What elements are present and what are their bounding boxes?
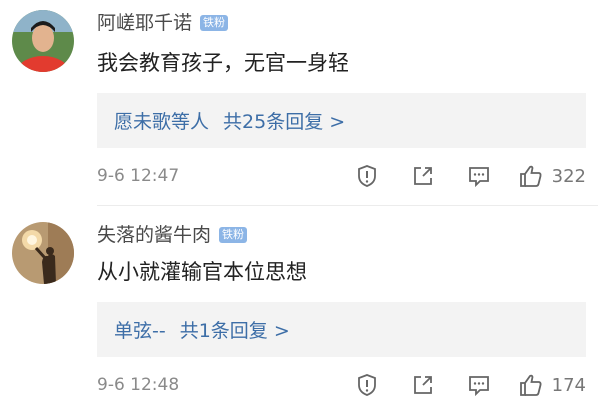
comment-icon[interactable] (464, 370, 494, 400)
timestamp: 9-6 12:48 (97, 375, 180, 395)
person-red-shirt-avatar-icon (12, 10, 74, 72)
share-icon[interactable] (408, 161, 438, 191)
avatar[interactable] (12, 10, 74, 72)
action-bar: 174 (326, 370, 586, 400)
thumbs-up-icon[interactable] (516, 370, 546, 400)
replies-who: 单弦-- (114, 320, 166, 342)
replies-link[interactable]: 愿未歌等人 共25条回复 > (97, 93, 586, 148)
fan-badge: 铁粉 (219, 227, 248, 243)
report-icon[interactable] (352, 370, 382, 400)
username-row: 阿嵯耶千诺 铁粉 (97, 10, 229, 36)
comment-text: 从小就灌输官本位思想 (97, 260, 307, 284)
username[interactable]: 阿嵯耶千诺 (97, 10, 192, 36)
like-count: 174 (551, 374, 586, 396)
replies-who: 愿未歌等人 (114, 111, 210, 133)
avatar[interactable] (12, 222, 74, 284)
fan-badge: 铁粉 (200, 15, 229, 31)
replies-count: 共1条回复 > (179, 320, 290, 342)
comment-meta: 9-6 12:48 174 (97, 370, 586, 400)
silhouette-lamp-avatar-icon (12, 222, 74, 284)
comment-item: 阿嵯耶千诺 铁粉 我会教育孩子，无官一身轻 愿未歌等人 共25条回复 > 9-6… (0, 0, 598, 205)
action-bar: 322 (326, 161, 586, 191)
thumbs-up-icon[interactable] (516, 161, 546, 191)
comment-item: 失落的酱牛肉 铁粉 从小就灌输官本位思想 单弦-- 共1条回复 > 9-6 12… (0, 206, 598, 409)
comment-text: 我会教育孩子，无官一身轻 (97, 51, 349, 75)
username-row: 失落的酱牛肉 铁粉 (97, 222, 248, 248)
replies-link[interactable]: 单弦-- 共1条回复 > (97, 302, 586, 357)
like-count: 322 (551, 165, 586, 187)
comment-icon[interactable] (464, 161, 494, 191)
comment-meta: 9-6 12:47 322 (97, 161, 586, 191)
username[interactable]: 失落的酱牛肉 (97, 222, 211, 248)
timestamp: 9-6 12:47 (97, 166, 180, 186)
share-icon[interactable] (408, 370, 438, 400)
report-icon[interactable] (352, 161, 382, 191)
replies-count: 共25条回复 > (223, 111, 346, 133)
